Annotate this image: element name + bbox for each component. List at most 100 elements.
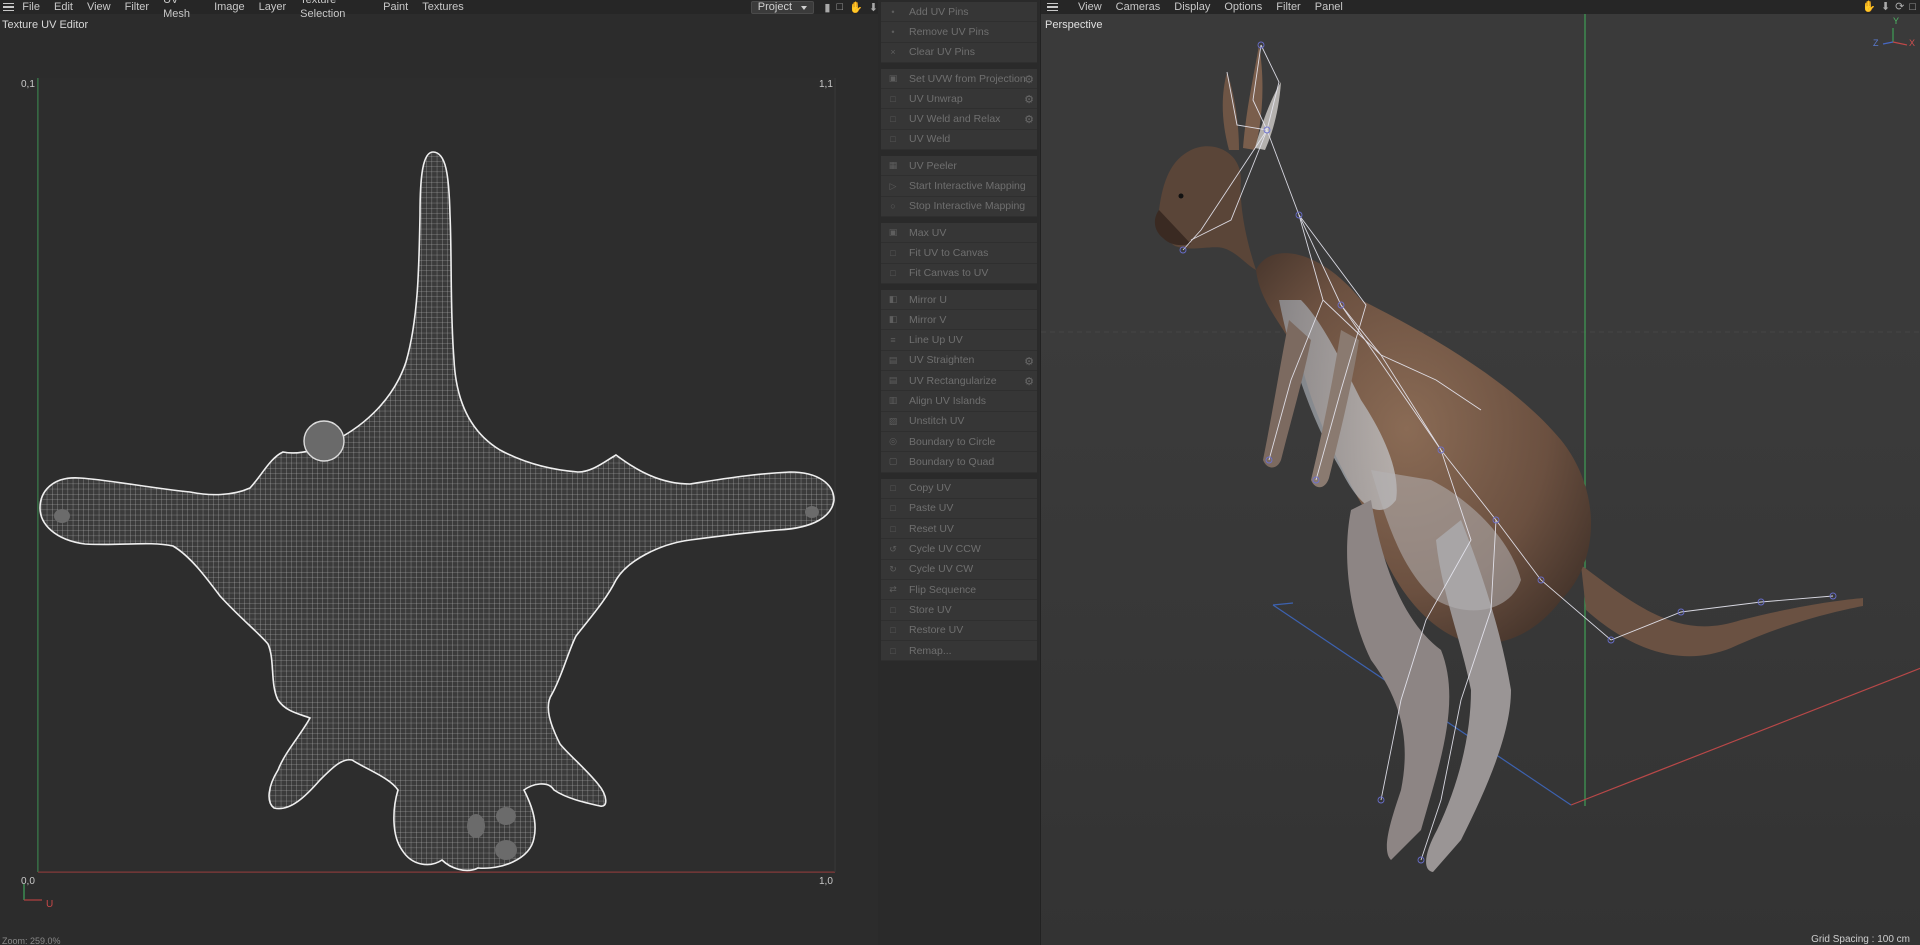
hamburger-icon[interactable] [0,0,15,14]
command-label: UV Peeler [909,159,957,172]
rotate-icon[interactable]: ⟳ [1895,0,1904,14]
command-uv-unwrap[interactable]: □ UV Unwrap ⚙ [881,89,1037,110]
perspective-viewport[interactable]: View Cameras Display Options Filter Pane… [1040,0,1920,945]
texture-uv-editor: File Edit View Filter UV Mesh Image Laye… [0,0,878,945]
menu-uv-mesh[interactable]: UV Mesh [156,0,207,21]
viewport-menubar: View Cameras Display Options Filter Pane… [1041,0,1920,14]
command-boundary-to-circle[interactable]: ◎ Boundary to Circle [881,432,1037,453]
command-label: Cycle UV CW [909,563,974,576]
project-select[interactable]: Project [750,0,815,14]
command-max-uv[interactable]: ▣ Max UV [881,223,1037,244]
menu-edit[interactable]: Edit [47,0,80,14]
command-line-up-uv[interactable]: ≡ Line Up UV [881,330,1037,351]
gear-icon[interactable]: ⚙ [1024,355,1034,368]
command-label: Start Interactive Mapping [909,180,1026,193]
command-cycle-uv-cw[interactable]: ↻ Cycle UV CW [881,560,1037,581]
menu-texture-selection[interactable]: Texture Selection [293,0,376,21]
command-copy-uv[interactable]: □ Copy UV [881,479,1037,499]
viewport-scene[interactable] [1041,0,1920,945]
command-uv-straighten[interactable]: ▤ UV Straighten ⚙ [881,351,1037,372]
menu-textures[interactable]: Textures [415,0,471,14]
command-uv-rectangularize[interactable]: ▤ UV Rectangularize ⚙ [881,371,1037,392]
menu-filter[interactable]: Filter [118,0,156,14]
menu-cameras[interactable]: Cameras [1109,0,1168,14]
menu-view[interactable]: View [1071,0,1109,14]
command-unstitch-uv[interactable]: ▨ Unstitch UV [881,412,1037,432]
command-align-uv-islands[interactable]: ▥ Align UV Islands [881,391,1037,412]
straighten-icon: ▤ [888,354,898,365]
command-remove-uv-pins[interactable]: • Remove UV Pins [881,22,1037,43]
download-icon[interactable]: ⬇ [869,1,878,14]
pan-icon[interactable]: ✋ [1862,0,1876,14]
menu-view[interactable]: View [80,0,118,14]
menu-display[interactable]: Display [1167,0,1217,14]
command-label: Boundary to Circle [909,435,996,448]
panel-title: Texture UV Editor [2,19,89,31]
menu-file[interactable]: File [15,0,47,14]
maximize-icon[interactable]: □ [1909,0,1916,14]
uv-commands-palette: • Add UV Pins • Remove UV Pins × Clear UV Pin… [878,0,1039,945]
unwrap-icon: □ [890,93,896,104]
corner-label-top-left: 0,1 [21,79,35,90]
command-mirror-v[interactable]: ◧ Mirror V [881,310,1037,331]
command-clear-uv-pins[interactable]: × Clear UV Pins [881,43,1037,63]
flip-icon: ⇄ [889,584,897,595]
copy-icon: □ [890,483,896,494]
command-cycle-uv-ccw[interactable]: ↺ Cycle UV CCW [881,539,1037,560]
command-label: Remap... [909,644,952,657]
gizmo-z-label: Z [1873,38,1879,48]
uv-canvas[interactable] [0,0,878,945]
command-group: □ Copy UV □ Paste UV □ Reset UV ↺ Cycle UV CCW ↻… [881,478,1037,662]
lock-icon[interactable]: □ [836,1,843,14]
command-uv-weld[interactable]: □ UV Weld [881,130,1037,151]
hand-icon[interactable]: ✋ [849,1,863,14]
command-label: Unstitch UV [909,415,965,428]
pin-icon: • [891,26,895,37]
command-uv-peeler[interactable]: ▦ UV Peeler [881,156,1037,177]
menu-image[interactable]: Image [207,0,252,14]
orientation-gizmo [1882,28,1908,46]
command-label: Stop Interactive Mapping [909,200,1026,213]
gear-icon[interactable]: ⚙ [1024,113,1034,126]
corner-label-top-right: 1,1 [819,79,833,90]
command-reset-uv[interactable]: □ Reset UV [881,519,1037,540]
stop-icon: ○ [890,201,896,212]
command-label: Paste UV [909,502,954,515]
command-remap[interactable]: □ Remap... [881,641,1037,662]
zoom-readout: Zoom: 259.0% [2,936,61,945]
menu-options[interactable]: Options [1217,0,1269,14]
command-group: ▣ Set UVW from Projection ⚙ □ UV Unwrap ⚙ □ UV … [881,68,1037,151]
gear-icon[interactable]: ⚙ [1024,375,1034,388]
command-boundary-to-quad[interactable]: ▢ Boundary to Quad [881,452,1037,473]
command-label: Set UVW from Projection [909,72,1026,85]
command-flip-sequence[interactable]: ⇄ Flip Sequence [881,580,1037,601]
gizmo-y-label: Y [1893,16,1900,26]
command-restore-uv[interactable]: □ Restore UV [881,621,1037,641]
command-fit-canvas-to-uv[interactable]: □ Fit Canvas to UV [881,264,1037,284]
histogram-icon[interactable]: ▮ [824,1,830,14]
move-down-icon[interactable]: ⬇ [1881,0,1890,14]
command-start-interactive-mapping[interactable]: ▷ Start Interactive Mapping [881,176,1037,197]
menu-layer[interactable]: Layer [252,0,294,14]
align-icon: ▥ [888,395,898,406]
hamburger-icon[interactable] [1041,0,1059,14]
projection-icon: ▣ [888,73,898,84]
gizmo-x-label: X [1909,38,1916,48]
command-label: Reset UV [909,522,954,535]
command-store-uv[interactable]: □ Store UV [881,600,1037,621]
command-add-uv-pins[interactable]: • Add UV Pins [881,2,1037,23]
command-paste-uv[interactable]: □ Paste UV [881,499,1037,520]
remap-icon: □ [890,645,896,656]
command-set-uvw-from-projection[interactable]: ▣ Set UVW from Projection ⚙ [881,69,1037,90]
menu-filter[interactable]: Filter [1269,0,1307,14]
gear-icon[interactable]: ⚙ [1024,93,1034,106]
command-fit-uv-to-canvas[interactable]: □ Fit UV to Canvas [881,243,1037,264]
command-mirror-u[interactable]: ◧ Mirror U [881,290,1037,311]
command-group: ◧ Mirror U ◧ Mirror V ≡ Line Up UV ▤ UV Straigh… [881,289,1037,473]
menu-paint[interactable]: Paint [376,0,415,14]
gear-icon[interactable]: ⚙ [1024,73,1034,86]
fit-icon: □ [890,247,896,258]
menu-panel[interactable]: Panel [1308,0,1350,14]
command-uv-weld-and-relax[interactable]: □ UV Weld and Relax ⚙ [881,109,1037,130]
command-stop-interactive-mapping[interactable]: ○ Stop Interactive Mapping [881,197,1037,217]
